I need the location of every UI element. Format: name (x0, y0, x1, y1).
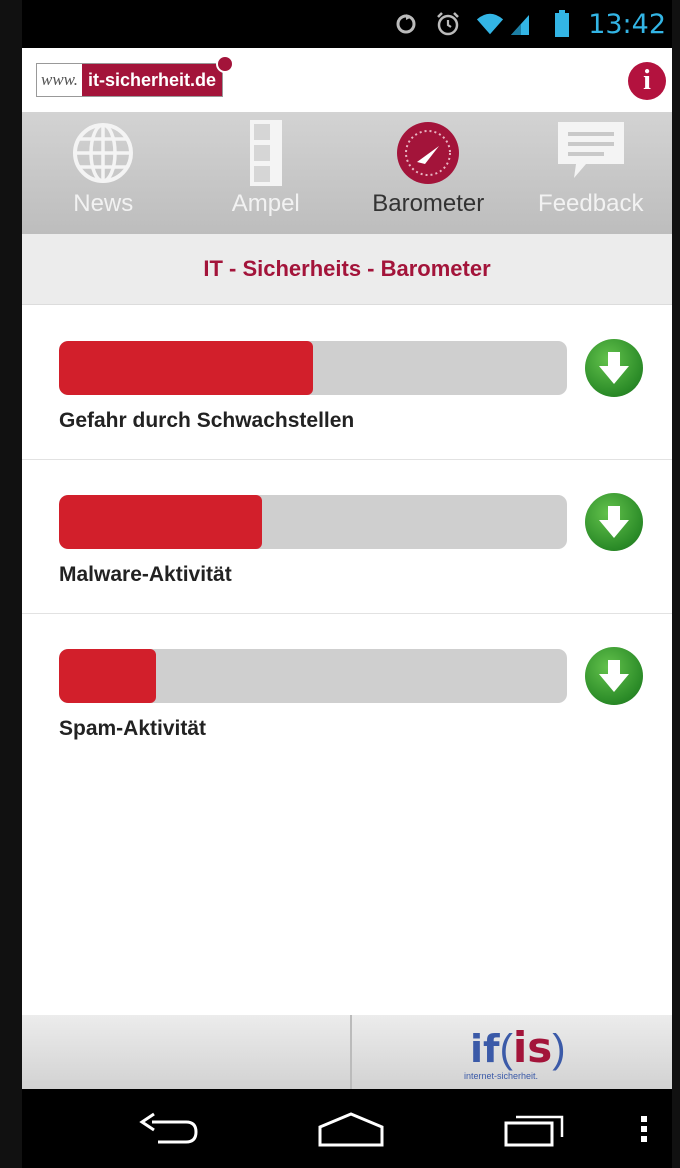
tab-feedback[interactable]: Feedback (510, 112, 673, 234)
level-bar-fill (59, 649, 156, 703)
tab-ampel[interactable]: Ampel (185, 112, 348, 234)
footer-left (22, 1015, 352, 1089)
metric-label: Gefahr durch Schwachstellen (59, 409, 355, 432)
ifis-logo-paren: ) (552, 1027, 566, 1071)
speech-bubble-icon (556, 118, 626, 188)
tab-label: Ampel (231, 190, 300, 217)
ifis-logo[interactable]: if ( is ) (470, 1023, 566, 1072)
metric-row: Malware-Aktivität (22, 459, 672, 614)
alarm-icon (434, 10, 462, 38)
back-icon[interactable] (134, 1107, 204, 1151)
metric-label: Malware-Aktivität (59, 563, 232, 586)
ifis-logo-if: if (470, 1027, 500, 1071)
metric-row: Spam-Aktivität (22, 613, 672, 767)
sync-icon (392, 10, 420, 38)
footer-right[interactable]: if ( is ) internet-sicherheit. (352, 1015, 672, 1089)
arrow-down-icon[interactable] (585, 647, 643, 705)
level-bar (59, 341, 567, 395)
overflow-menu-icon[interactable] (634, 1107, 654, 1151)
arrow-down-icon[interactable] (585, 339, 643, 397)
level-bar-fill (59, 495, 263, 549)
footer: if ( is ) internet-sicherheit. (22, 1015, 672, 1089)
tab-bar: News Ampel Barometer Feedback (22, 112, 672, 234)
tab-label: Barometer (372, 190, 485, 217)
metric-row: Gefahr durch Schwachstellen (22, 305, 672, 460)
tab-label: News (73, 190, 134, 217)
level-bar-fill (59, 341, 313, 395)
system-nav-bar (22, 1089, 672, 1168)
traffic-light-icon (249, 118, 283, 188)
ifis-logo-paren: ( (499, 1027, 513, 1071)
recent-apps-icon[interactable] (500, 1107, 570, 1151)
page-title: IT - Sicherheits - Barometer (22, 234, 672, 305)
home-icon[interactable] (314, 1107, 388, 1151)
wifi-icon (476, 10, 504, 38)
battery-icon (548, 10, 576, 38)
logo-domain: it-sicherheit.de (82, 64, 223, 96)
status-bar: 13:42 (22, 0, 672, 48)
info-icon[interactable]: i (628, 62, 666, 100)
globe-icon (71, 118, 135, 188)
metric-label: Spam-Aktivität (59, 717, 207, 740)
tab-news[interactable]: News (22, 112, 185, 234)
site-logo[interactable]: www. it-sicherheit.de (36, 55, 235, 97)
signal-icon (506, 10, 534, 38)
tab-barometer[interactable]: Barometer (347, 112, 510, 234)
ifis-logo-subtitle: internet-sicherheit. (464, 1071, 539, 1081)
level-bar (59, 495, 567, 549)
app-header: www. it-sicherheit.de i (22, 48, 672, 112)
registered-mark-icon (216, 55, 235, 73)
app-screen: 13:42 www. it-sicherheit.de i News Ampel… (22, 0, 672, 1168)
status-time: 13:42 (588, 8, 666, 40)
tab-label: Feedback (538, 190, 644, 217)
gauge-icon (395, 118, 461, 188)
ifis-logo-is: is (512, 1023, 553, 1072)
logo-prefix: www. (41, 70, 79, 89)
level-bar (59, 649, 567, 703)
arrow-down-icon[interactable] (585, 493, 643, 551)
